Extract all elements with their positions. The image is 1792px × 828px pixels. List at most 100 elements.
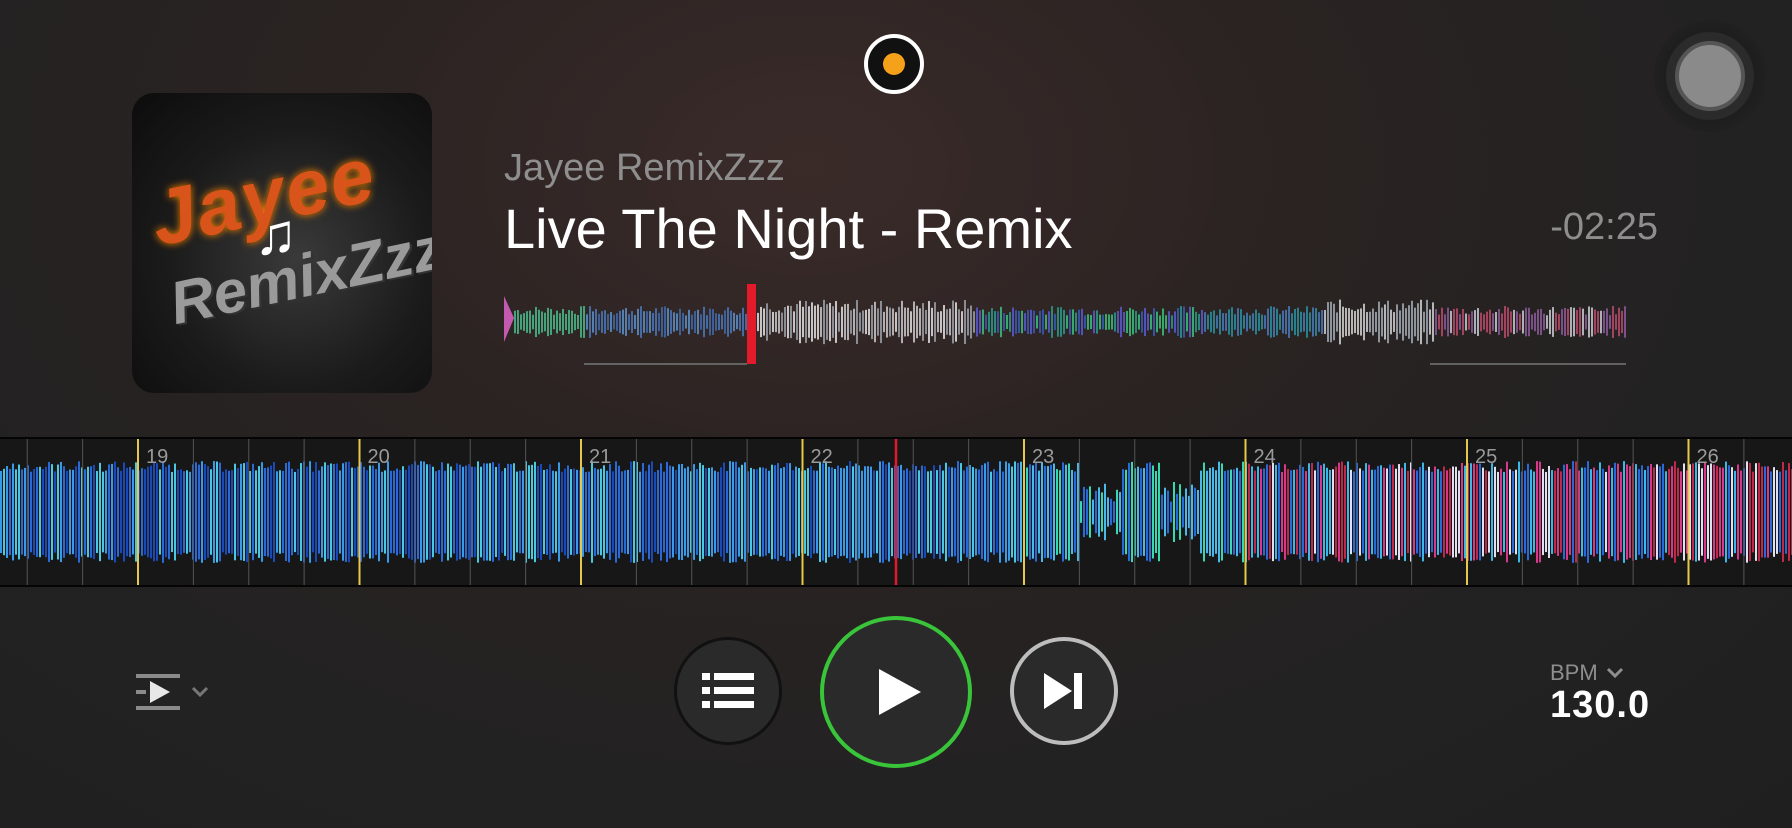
main-wave-bar [720, 467, 722, 557]
overview-wave-bar [724, 310, 726, 334]
main-wave-bar [114, 461, 116, 563]
bpm-selector[interactable]: BPM [1550, 660, 1624, 686]
overview-wave-bar [622, 309, 624, 335]
play-button[interactable] [820, 616, 972, 768]
overview-wave-bar [1285, 309, 1287, 335]
main-wave-bar [387, 461, 389, 563]
overview-waveform[interactable] [504, 282, 1644, 368]
bar-number-label: 20 [368, 446, 390, 468]
main-wave-bar [1668, 468, 1670, 556]
overview-wave-bar [1081, 308, 1083, 336]
main-wave-bar [1605, 471, 1607, 553]
main-wave-bar [891, 467, 893, 557]
main-wave-bar [1782, 461, 1784, 563]
main-wave-bar [1662, 463, 1664, 561]
main-wave-bar [1074, 471, 1076, 553]
overview-wave-bar [646, 311, 648, 333]
main-wave-bar [1482, 467, 1484, 557]
main-wave-bar [699, 462, 701, 562]
knob-icon [1675, 41, 1745, 111]
overview-wave-bar [1504, 306, 1506, 338]
overview-wave-bar [784, 307, 786, 337]
overview-wave-bar [1198, 313, 1200, 331]
main-wave-bar [1209, 467, 1211, 557]
main-wave-bar [234, 463, 236, 561]
main-wave-bar [789, 463, 791, 561]
main-wave-bar [765, 468, 767, 556]
main-wave-bar [1347, 461, 1349, 563]
main-wave-bar [1500, 468, 1502, 556]
overview-wave-bar [757, 312, 759, 332]
main-wave-bar [1392, 464, 1394, 560]
main-wave-bar [183, 471, 185, 553]
main-wave-bar [828, 466, 830, 558]
main-wave-bar [978, 469, 980, 555]
overview-wave-bar [1270, 306, 1272, 338]
main-wave-bar [237, 468, 239, 556]
main-wave-bar [246, 461, 248, 563]
overview-wave-bar [649, 311, 651, 333]
main-wave-bar [1698, 463, 1700, 561]
main-wave-bar [873, 470, 875, 554]
main-wave-bar [1581, 467, 1583, 557]
main-wave-bar [1368, 464, 1370, 560]
playhead-marker[interactable] [747, 284, 756, 364]
skip-next-icon [1044, 673, 1082, 709]
overview-wave-bar [1186, 312, 1188, 332]
main-wave-bar [222, 471, 224, 553]
skip-next-button[interactable] [1010, 637, 1118, 745]
main-wave-bar [51, 464, 53, 560]
overview-wave-bar [658, 312, 660, 332]
settings-knob-button[interactable] [1654, 20, 1766, 132]
main-wave-bar [30, 471, 32, 553]
main-wave-bar [1248, 463, 1250, 561]
overview-wave-bar [1621, 310, 1623, 334]
overview-wave-bar [1078, 309, 1080, 335]
main-wave-bar [312, 471, 314, 553]
album-art[interactable]: Jayee RemixZzz ♫ [132, 93, 432, 393]
main-wave-bar [993, 469, 995, 555]
overview-wave-bar [610, 312, 612, 332]
overview-wave-bar [664, 306, 666, 338]
main-wave-bar [1533, 471, 1535, 553]
main-wave-bar [852, 466, 854, 558]
main-wave-bar [9, 468, 11, 556]
overview-wave-bar [1576, 309, 1578, 335]
overview-wave-bar [1471, 311, 1473, 333]
main-wave-bar [282, 470, 284, 554]
main-wave-bar [1029, 464, 1031, 560]
overview-wave-bar [1264, 315, 1266, 329]
main-wave-bar [1452, 466, 1454, 558]
main-wave-bar [660, 463, 662, 561]
main-wave-bar [1173, 482, 1175, 542]
main-wave-bar [870, 466, 872, 558]
overview-wave-bar [985, 314, 987, 330]
overview-wave-bar [1087, 314, 1089, 330]
main-wave-bar [1308, 463, 1310, 561]
main-wave-bar [687, 466, 689, 558]
record-indicator-icon[interactable] [864, 34, 924, 94]
overview-wave-bar [1486, 311, 1488, 333]
overview-wave-bar [745, 313, 747, 331]
playlist-button[interactable] [674, 637, 782, 745]
main-wave-bar [1140, 468, 1142, 556]
main-waveform[interactable]: 19 20 21 22 23 24 25 26 [0, 437, 1792, 587]
overview-wave-bar [1459, 314, 1461, 330]
main-wave-bar [1602, 468, 1604, 556]
main-wave-bar [1230, 469, 1232, 555]
overview-wave-bar [1456, 308, 1458, 336]
play-mode-button[interactable] [134, 668, 224, 716]
main-wave-bar [255, 470, 257, 554]
overview-wave-bar [592, 311, 594, 333]
main-wave-bar [591, 461, 593, 563]
overview-wave-bar [817, 304, 819, 340]
overview-wave-bar [1318, 312, 1320, 332]
overview-wave-bar [1237, 308, 1239, 336]
main-wave-bar [375, 469, 377, 555]
overview-wave-bar [1114, 312, 1116, 332]
overview-wave-bar [1027, 309, 1029, 335]
overview-wave-bar [1225, 313, 1227, 331]
overview-wave-bar [1462, 308, 1464, 336]
main-wave-bar [1278, 462, 1280, 562]
overview-wave-bar [895, 312, 897, 332]
